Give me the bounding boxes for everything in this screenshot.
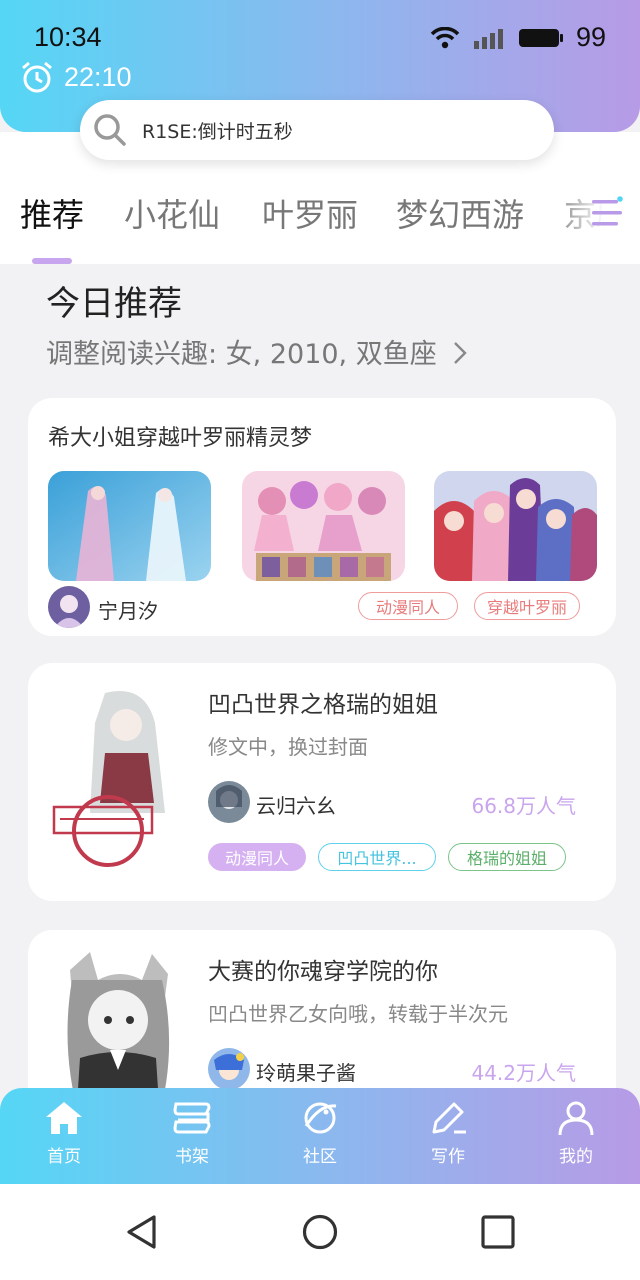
alarm-clock-icon	[22, 61, 52, 93]
book-author-name[interactable]: 玲萌果子酱	[256, 1057, 356, 1086]
feature-author-name[interactable]: 宁月汐	[98, 595, 158, 624]
bottom-navigation: 首页 书架 社区 写作 我的	[0, 1088, 640, 1184]
feature-author-avatar[interactable]	[48, 586, 90, 628]
active-tab-indicator	[32, 258, 72, 264]
book-popularity: 66.8万人气	[471, 794, 576, 818]
pen-icon	[432, 1102, 466, 1134]
book-cover	[50, 683, 185, 869]
home-icon	[46, 1102, 82, 1134]
nav-write-label: 写作	[431, 1147, 465, 1167]
battery-icon	[518, 28, 563, 47]
system-navigation-bar	[0, 1184, 640, 1280]
status-time: 10:34	[34, 22, 102, 52]
book-author-avatar[interactable]	[208, 1048, 250, 1090]
search-bar[interactable]: R1SE:倒计时五秒	[80, 100, 554, 160]
nav-community[interactable]: 社区	[270, 1100, 370, 1167]
alarm-indicator: 22:10	[20, 60, 132, 94]
signal-icon	[473, 28, 503, 49]
alarm-time: 22:10	[64, 61, 132, 92]
book-tag-1[interactable]: 动漫同人	[208, 843, 306, 871]
bookshelf-icon	[173, 1102, 211, 1134]
feature-book-card[interactable]: 希大小姐穿越叶罗丽精灵梦 宁月汐 动漫同人 穿越叶罗丽	[28, 398, 616, 636]
reading-interest-link[interactable]: 调整阅读兴趣: 女, 2010, 双鱼座	[46, 332, 469, 371]
home-circle-icon[interactable]	[302, 1214, 338, 1250]
tab-recommend[interactable]: 推荐	[20, 190, 84, 236]
battery-percent: 99	[575, 22, 606, 52]
feature-book-title: 希大小姐穿越叶罗丽精灵梦	[48, 426, 313, 451]
nav-bookshelf[interactable]: 书架	[142, 1100, 242, 1167]
status-icons: 99	[430, 22, 606, 53]
tab-yeluoli[interactable]: 叶罗丽	[262, 190, 358, 236]
nav-home-label: 首页	[47, 1147, 81, 1167]
nav-home[interactable]: 首页	[14, 1100, 114, 1167]
tab-menghuanxiyou[interactable]: 梦幻西游	[396, 190, 524, 236]
feature-tag-1[interactable]: 动漫同人	[358, 592, 458, 620]
book-description: 修文中，换过封面	[208, 735, 368, 759]
book-tag-2[interactable]: 凹凸世界...	[318, 843, 436, 871]
nav-write[interactable]: 写作	[398, 1100, 498, 1167]
nav-profile[interactable]: 我的	[526, 1100, 626, 1167]
book-card[interactable]: 凹凸世界之格瑞的姐姐 修文中，换过封面 云归六幺 66.8万人气 动漫同人 凹凸…	[28, 663, 616, 901]
reading-interest-text: 调整阅读兴趣: 女, 2010, 双鱼座	[46, 339, 437, 370]
book-author-name[interactable]: 云归六幺	[256, 790, 336, 819]
chevron-right-icon	[454, 342, 468, 364]
category-menu-icon[interactable]	[590, 196, 626, 232]
search-icon	[94, 114, 126, 146]
nav-community-label: 社区	[303, 1147, 337, 1167]
planet-icon	[304, 1102, 337, 1134]
nav-profile-label: 我的	[559, 1147, 593, 1167]
person-icon	[558, 1101, 594, 1136]
feature-image-3	[434, 471, 597, 581]
feature-tag-2[interactable]: 穿越叶罗丽	[474, 592, 580, 620]
book-author-avatar[interactable]	[208, 781, 250, 823]
section-title: 今日推荐	[46, 284, 182, 324]
book-title: 大赛的你魂穿学院的你	[208, 959, 438, 985]
nav-bookshelf-label: 书架	[175, 1147, 209, 1167]
book-tag-3[interactable]: 格瑞的姐姐	[448, 843, 566, 871]
category-tabs: 推荐 小花仙 叶罗丽 梦幻西游 京剧	[0, 190, 640, 250]
tab-xiaohuaxian[interactable]: 小花仙	[124, 190, 220, 236]
search-placeholder: R1SE:倒计时五秒	[142, 120, 293, 143]
feature-image-1	[48, 471, 211, 581]
back-icon[interactable]	[124, 1214, 160, 1250]
wifi-icon	[430, 26, 460, 48]
feature-image-2	[242, 471, 405, 581]
recents-icon[interactable]	[480, 1214, 516, 1250]
book-title: 凹凸世界之格瑞的姐姐	[208, 692, 438, 718]
book-popularity: 44.2万人气	[471, 1061, 576, 1085]
book-description: 凹凸世界乙女向哦，转载于半次元	[208, 1002, 508, 1026]
